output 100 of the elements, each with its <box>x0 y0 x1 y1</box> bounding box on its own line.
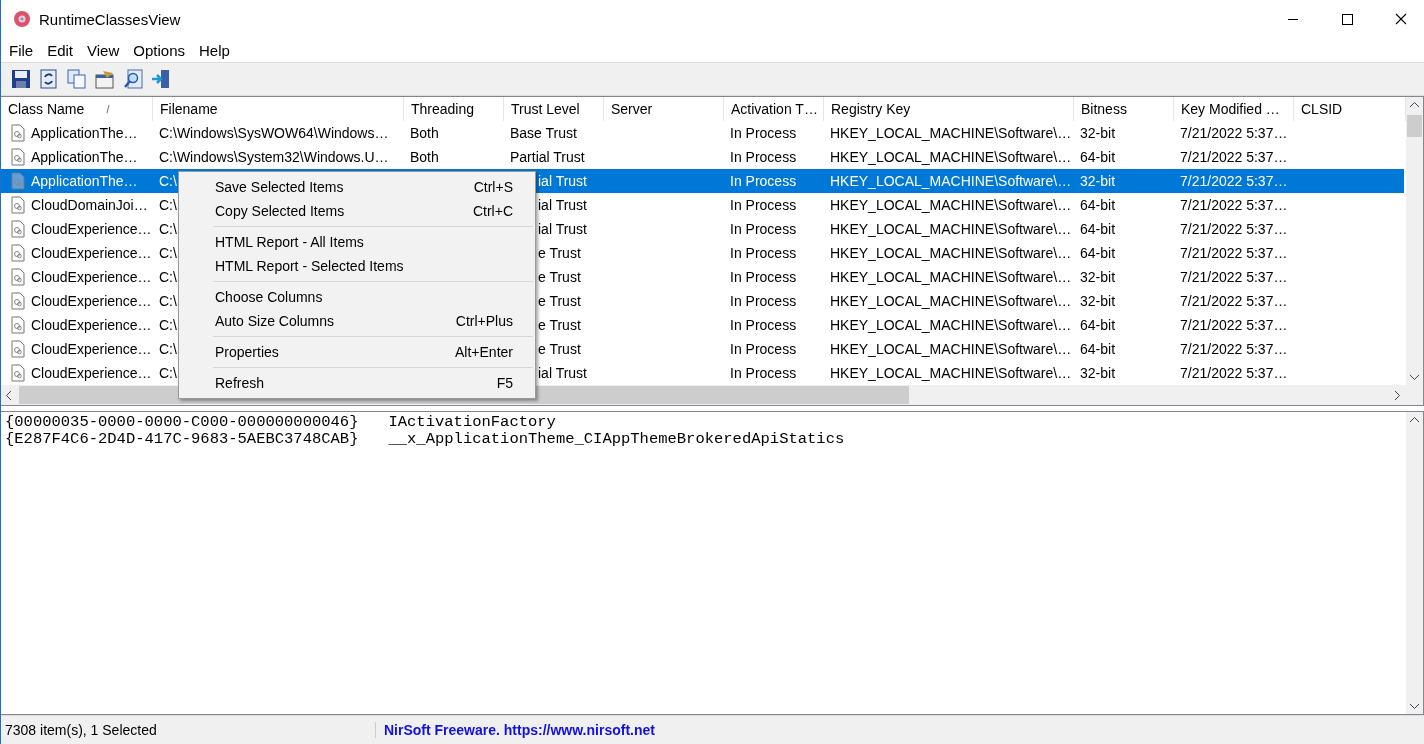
table-cell: HKEY_LOCAL_MACHINE\Software\… <box>830 221 1072 237</box>
guid-text: {E287F4C6-2D4D-417C-9683-5AEBC3748CAB} <box>5 431 359 448</box>
exit-icon[interactable] <box>151 69 171 89</box>
table-cell: In Process <box>730 245 797 261</box>
table-cell: CloudExperience… <box>31 221 152 237</box>
table-cell: e Trust <box>538 317 581 333</box>
table-cell: C:\ <box>159 245 177 261</box>
table-cell: C:\ <box>159 341 177 357</box>
table-cell: 64-bit <box>1080 149 1116 165</box>
menu-item[interactable]: Refresh F5 <box>179 371 535 395</box>
column-header[interactable]: Trust Level <box>504 97 604 121</box>
table-cell: In Process <box>730 317 797 333</box>
file-icon <box>11 220 25 238</box>
column-header[interactable]: Filename <box>153 97 404 121</box>
menu-item[interactable]: Choose Columns <box>179 285 535 309</box>
table-cell: 7/21/2022 5:37… <box>1180 125 1288 141</box>
window-title: RuntimeClassesView <box>39 10 181 28</box>
table-cell: C:\Windows\System32\Windows.U… <box>159 149 389 165</box>
table-cell: ApplicationThe… <box>31 149 138 165</box>
scroll-thumb[interactable] <box>1407 115 1422 137</box>
table-cell: HKEY_LOCAL_MACHINE\Software\… <box>830 197 1072 213</box>
column-header[interactable]: Registry Key <box>824 97 1074 121</box>
column-header[interactable]: Server <box>604 97 724 121</box>
table-cell: CloudExperience… <box>31 317 152 333</box>
table-cell: 7/21/2022 5:37… <box>1180 293 1288 309</box>
search-icon[interactable] <box>123 69 143 89</box>
table-cell: 32-bit <box>1080 293 1116 309</box>
file-icon <box>11 124 25 142</box>
table-cell: e Trust <box>538 245 581 261</box>
column-header[interactable]: Class Name <box>1 97 153 121</box>
copy-icon[interactable] <box>67 69 87 89</box>
table-cell: In Process <box>730 341 797 357</box>
table-cell: 7/21/2022 5:37… <box>1180 149 1288 165</box>
table-cell: C:\ <box>159 173 177 189</box>
table-cell: ial Trust <box>538 365 587 381</box>
table-cell: C:\ <box>159 365 177 381</box>
table-cell: C:\Windows\SysWOW64\Windows… <box>159 125 389 141</box>
table-cell: 32-bit <box>1080 173 1116 189</box>
menu-item[interactable]: Options <box>133 41 185 59</box>
shortcut-label: Ctrl+Plus <box>455 313 513 329</box>
table-cell: 7/21/2022 5:37… <box>1180 269 1288 285</box>
table-cell: HKEY_LOCAL_MACHINE\Software\… <box>830 269 1072 285</box>
refresh-icon[interactable] <box>39 69 59 89</box>
app-icon <box>13 10 31 28</box>
shortcut-label: F5 <box>496 375 513 391</box>
table-cell: e Trust <box>538 269 581 285</box>
menu-item[interactable]: Help <box>199 41 230 59</box>
table-cell: e Trust <box>538 341 581 357</box>
table-cell: 7/21/2022 5:37… <box>1180 173 1288 189</box>
table-cell: 7/21/2022 5:37… <box>1180 365 1288 381</box>
properties-icon[interactable] <box>95 69 115 89</box>
table-cell: CloudDomainJoi… <box>31 197 148 213</box>
file-icon <box>11 340 25 358</box>
file-icon <box>11 196 25 214</box>
table-cell: In Process <box>730 221 797 237</box>
save-icon[interactable] <box>11 69 31 89</box>
table-cell: C:\ <box>159 317 177 333</box>
website-link[interactable]: NirSoft Freeware. https://www.nirsoft.net <box>376 722 655 738</box>
guid-text: {00000035-0000-0000-C000-000000000046} <box>5 414 359 431</box>
vertical-scrollbar[interactable] <box>1406 412 1423 714</box>
table-cell: HKEY_LOCAL_MACHINE\Software\… <box>830 317 1072 333</box>
table-cell: ApplicationThe… <box>31 173 138 189</box>
table-cell: In Process <box>730 173 797 189</box>
table-cell: 7/21/2022 5:37… <box>1180 341 1288 357</box>
column-header[interactable]: Activation T… <box>724 97 824 121</box>
table-cell: 32-bit <box>1080 125 1116 141</box>
table-cell: 7/21/2022 5:37… <box>1180 245 1288 261</box>
menu-item[interactable]: Copy Selected Items Ctrl+C <box>179 199 535 223</box>
table-cell: HKEY_LOCAL_MACHINE\Software\… <box>830 341 1072 357</box>
table-cell: HKEY_LOCAL_MACHINE\Software\… <box>830 173 1072 189</box>
menu-item[interactable]: Properties Alt+Enter <box>179 340 535 364</box>
interface-name: IActivationFactory <box>388 414 557 431</box>
table-cell: ApplicationThe… <box>31 125 138 141</box>
table-cell: In Process <box>730 365 797 381</box>
file-icon <box>11 172 25 190</box>
menu-item[interactable]: Auto Size Columns Ctrl+Plus <box>179 309 535 333</box>
table-cell: CloudExperience… <box>31 269 152 285</box>
menu-item[interactable]: Edit <box>47 41 74 59</box>
menu-item[interactable]: HTML Report - Selected Items <box>179 254 535 278</box>
file-icon <box>11 244 25 262</box>
table-cell: 64-bit <box>1080 245 1116 261</box>
table-cell: HKEY_LOCAL_MACHINE\Software\… <box>830 149 1072 165</box>
table-cell: Partial Trust <box>510 149 585 165</box>
table-cell: 64-bit <box>1080 197 1116 213</box>
table-cell: In Process <box>730 293 797 309</box>
interface-name: __x_ApplicationTheme_CIAppThemeBrokeredApiStatics <box>388 431 846 448</box>
menu-item[interactable]: File <box>9 41 34 59</box>
table-cell: CloudExperience… <box>31 365 152 381</box>
menu-item[interactable]: HTML Report - All Items <box>179 230 535 254</box>
table-cell: 7/21/2022 5:37… <box>1180 221 1288 237</box>
column-header[interactable]: Threading <box>404 97 504 121</box>
table-cell: C:\ <box>159 197 177 213</box>
file-icon <box>11 316 25 334</box>
column-header[interactable]: Bitness <box>1074 97 1174 121</box>
table-cell: Both <box>410 149 439 165</box>
table-cell: In Process <box>730 197 797 213</box>
vertical-scrollbar[interactable] <box>1406 97 1423 385</box>
column-header[interactable]: Key Modified … <box>1174 97 1294 121</box>
table-cell: 64-bit <box>1080 341 1116 357</box>
menu-item[interactable]: View <box>87 41 120 59</box>
